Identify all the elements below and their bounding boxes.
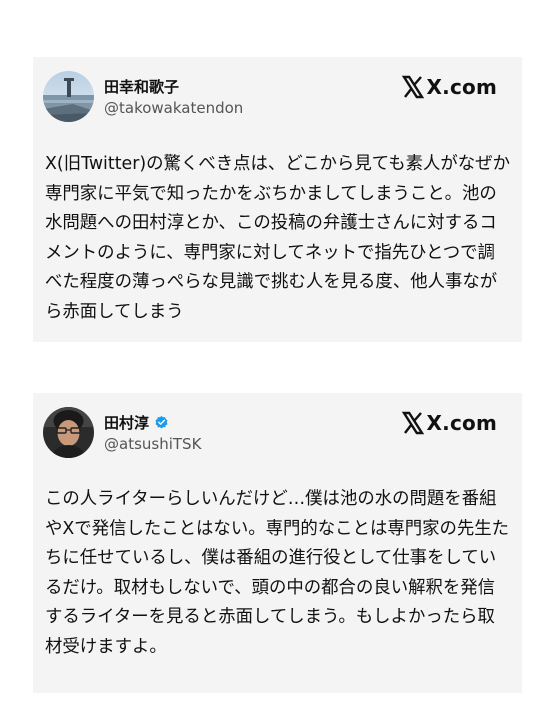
x-logo-icon <box>401 411 424 435</box>
verified-badge-icon <box>155 415 168 429</box>
brand-logo: X.com <box>401 411 497 435</box>
author-name-line: 田幸和歌子 <box>104 76 179 97</box>
portrait-avatar-icon <box>43 407 94 458</box>
author-display-name[interactable]: 田幸和歌子 <box>104 76 179 97</box>
author-handle[interactable]: @atsushiTSK <box>104 435 201 453</box>
author-handle[interactable]: @takowakatendon <box>104 99 243 117</box>
brand-text: X.com <box>426 411 497 435</box>
post-text: X(旧Twitter)の驚くべき点は、どこから見ても素人がなぜか専門家に平気で知… <box>45 154 510 322</box>
x-logo-icon <box>401 75 424 99</box>
author-name-line: 田村淳 <box>104 412 169 433</box>
post-card-2: 田村淳 @atsushiTSK X.com この人ライターらしいんだけど…僕は池… <box>33 393 522 693</box>
post-text: この人ライターらしいんだけど…僕は池の水の問題を番組やXで発信したことはない。専… <box>45 489 510 657</box>
brand-text: X.com <box>426 75 497 99</box>
author-avatar[interactable] <box>43 71 94 122</box>
landscape-avatar-icon <box>43 71 94 122</box>
post-card-1: 田幸和歌子 @takowakatendon X.com X(旧Twitter)の… <box>33 57 522 342</box>
brand-logo: X.com <box>401 75 497 99</box>
author-display-name[interactable]: 田村淳 <box>104 412 149 433</box>
author-avatar[interactable] <box>43 407 94 458</box>
